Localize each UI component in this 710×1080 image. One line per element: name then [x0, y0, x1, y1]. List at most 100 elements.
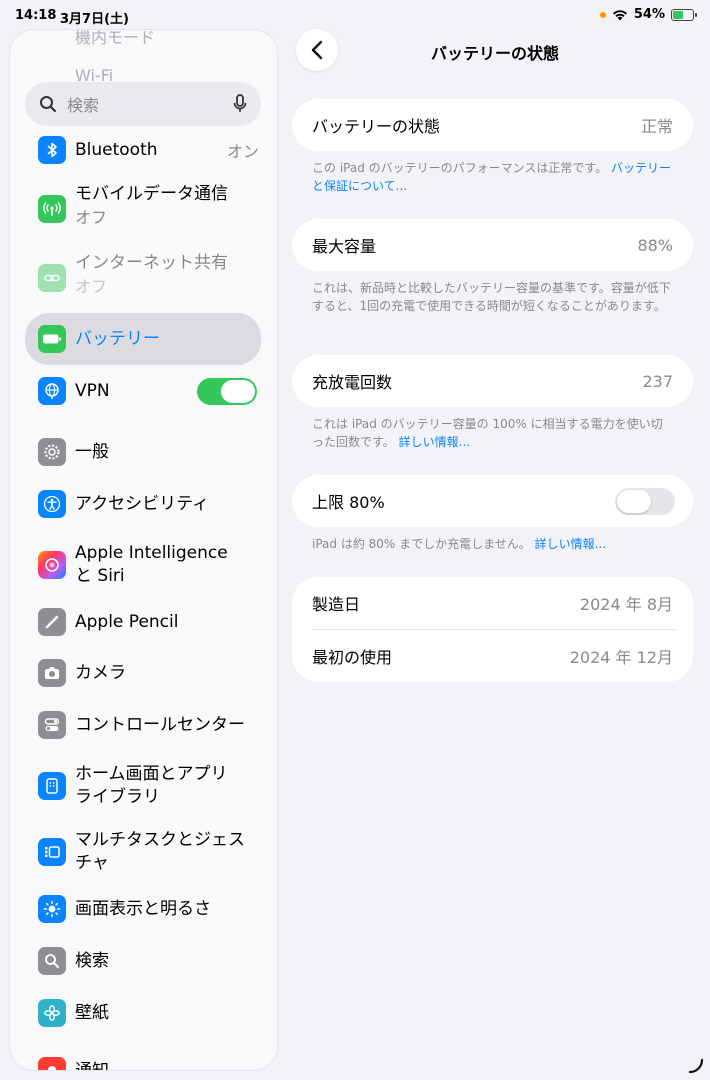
search-icon [38, 947, 66, 975]
battery-icon [38, 325, 66, 353]
home-screen-icon [38, 772, 66, 800]
cycle-count-note-text: これは iPad のバッテリー容量の 100% に相当する電力を使い切った回数で… [312, 417, 663, 449]
battery-dates-card: 製造日 2024 年 8月 最初の使用 2024 年 12月 [292, 577, 693, 682]
sidebar-item-label: 一般 [75, 441, 109, 462]
sun-icon [38, 895, 66, 923]
first-use-row: 最初の使用 2024 年 12月 [292, 630, 693, 682]
sidebar-item-accessibility[interactable]: アクセシビリティ [25, 487, 261, 521]
sidebar-item-notifications[interactable]: 通知 [25, 1054, 261, 1070]
battery-health-row[interactable]: バッテリーの状態 正常 [292, 99, 693, 151]
battery-status-icon [671, 8, 697, 21]
mic-indicator-icon [599, 11, 606, 18]
battery-percent: 54% [633, 7, 665, 22]
sidebar-item-display[interactable]: 画面表示と明るさ [25, 892, 261, 926]
sidebar-item-internet-sharing[interactable]: インターネット共有 オフ [25, 252, 261, 304]
link-icon [38, 264, 66, 292]
status-indicators: 54% [599, 7, 697, 22]
sidebar-item-wallpaper[interactable]: 壁紙 [25, 996, 261, 1030]
cycle-count-row: 充放電回数 237 [292, 355, 693, 407]
sidebar-item-label: Apple Pencil [75, 611, 179, 632]
battery-health-card: バッテリーの状態 正常 [292, 99, 693, 151]
status-time: 14:18 [15, 8, 57, 23]
sidebar-item-label: ホーム画面とアプリ [75, 764, 228, 784]
sidebar-item-label-line2: と Siri [75, 566, 125, 586]
charge-limit-card: 上限 80% [292, 475, 693, 527]
charge-limit-toggle[interactable] [615, 487, 675, 515]
sidebar-item-label: バッテリー [75, 328, 160, 349]
sidebar-item-mobile-data[interactable]: モバイルデータ通信 オフ [25, 183, 261, 235]
sidebar-item-sub: オフ [75, 208, 108, 227]
max-capacity-note: これは、新品時と比較したバッテリー容量の基準です。容量が低下すると、1回の充電で… [312, 281, 671, 313]
sidebar-faded-airplane: 機内モード [75, 30, 156, 47]
cycle-count-label: 充放電回数 [312, 373, 393, 392]
cycle-count-note: これは iPad のバッテリー容量の 100% に相当する電力を使い切った回数で… [312, 415, 674, 451]
search-icon [40, 96, 57, 113]
battery-level-fill [673, 10, 684, 19]
page-title: バッテリーの状態 [430, 44, 559, 63]
sidebar-item-sub: オフ [75, 277, 108, 296]
sidebar-item-control-center[interactable]: コントロールセンター [25, 708, 261, 742]
sidebar-item-value: オン [226, 142, 259, 161]
sidebar-item-home-screen[interactable]: ホーム画面とアプリ ライブラリ [25, 760, 261, 812]
settings-sidebar[interactable]: 機内モード Wi-Fi 検索 Bluetooth オン モバイルデータ通信 オフ… [10, 30, 277, 1070]
gear-icon [38, 438, 66, 466]
sidebar-item-label: Bluetooth [75, 139, 158, 160]
sidebar-item-search[interactable]: 検索 [25, 944, 261, 978]
max-capacity-card: 最大容量 88% [292, 219, 693, 271]
wifi-icon [612, 9, 627, 20]
charge-limit-note: iPad は約 80% までしか充電しません。 詳しい情報... [312, 535, 674, 553]
first-use-label: 最初の使用 [312, 648, 393, 667]
sidebar-item-apple-intelligence[interactable]: Apple Intelligence と Siri [25, 539, 261, 591]
toggles-icon [38, 711, 66, 739]
battery-health-label: バッテリーの状態 [312, 117, 441, 136]
sidebar-item-vpn[interactable]: VPN [25, 374, 261, 408]
sidebar-item-bluetooth[interactable]: Bluetooth オン [25, 133, 261, 167]
sidebar-item-label: アクセシビリティ [75, 493, 210, 514]
sidebar-item-label-line2: チャ [75, 853, 109, 873]
chevron-left-icon [311, 40, 323, 60]
charge-limit-note-text: iPad は約 80% までしか充電しません。 [312, 537, 531, 551]
status-bar: 14:18 3月7日(土) 54% [0, 0, 710, 32]
back-button[interactable] [296, 29, 338, 71]
camera-icon [38, 659, 66, 687]
limit-more-info-link[interactable]: 詳しい情報... [535, 537, 606, 551]
sidebar-item-label: インターネット共有 [75, 253, 228, 273]
bluetooth-icon [38, 136, 66, 164]
cycle-count-value: 237 [642, 371, 673, 391]
apple-intelligence-icon [38, 551, 66, 579]
manufacture-date-row: 製造日 2024 年 8月 [292, 577, 693, 629]
sidebar-item-label: モバイルデータ通信 [75, 184, 228, 204]
max-capacity-row: 最大容量 88% [292, 219, 693, 271]
manufacture-date-label: 製造日 [312, 595, 361, 614]
status-date: 3月7日(土) [60, 12, 129, 27]
search-bar[interactable]: 検索 [25, 82, 261, 126]
microphone-icon[interactable] [233, 94, 247, 114]
charge-limit-row: 上限 80% [292, 475, 693, 527]
globe-icon [38, 377, 66, 405]
accessibility-icon [38, 490, 66, 518]
charge-limit-label: 上限 80% [312, 493, 385, 512]
flower-icon [38, 999, 66, 1027]
bell-icon [38, 1057, 66, 1070]
first-use-value: 2024 年 12月 [569, 648, 673, 667]
vpn-toggle[interactable] [197, 377, 257, 405]
sidebar-item-label: 通知 [75, 1060, 109, 1071]
sidebar-item-label: カメラ [75, 662, 126, 683]
resize-handle-icon[interactable] [688, 1058, 704, 1074]
sidebar-item-label-line2: ライブラリ [75, 787, 160, 807]
sidebar-item-label: 画面表示と明るさ [75, 898, 211, 919]
multitask-icon [38, 838, 66, 866]
battery-health-note: この iPad のバッテリーのパフォーマンスは正常です。 バッテリーと保証につい… [312, 159, 674, 195]
cycle-more-info-link[interactable]: 詳しい情報... [399, 435, 470, 449]
sidebar-item-camera[interactable]: カメラ [25, 656, 261, 690]
battery-health-value: 正常 [640, 117, 673, 136]
sidebar-item-label: マルチタスクとジェス [75, 830, 245, 850]
cycle-count-card: 充放電回数 237 [292, 355, 693, 407]
sidebar-item-apple-pencil[interactable]: Apple Pencil [25, 605, 261, 639]
pencil-icon [38, 608, 66, 636]
sidebar-item-battery[interactable]: バッテリー [25, 313, 261, 365]
manufacture-date-value: 2024 年 8月 [579, 595, 673, 614]
sidebar-item-general[interactable]: 一般 [25, 435, 261, 469]
sidebar-item-multitasking[interactable]: マルチタスクとジェス チャ [25, 826, 261, 878]
max-capacity-label: 最大容量 [312, 237, 377, 256]
